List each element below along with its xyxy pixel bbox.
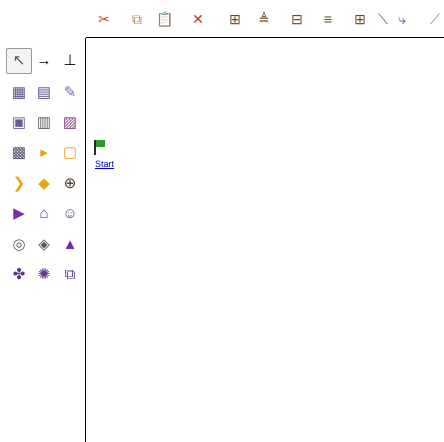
cross-icon[interactable]: ✤ [8,264,30,286]
chevron-icon[interactable]: ❯ [8,173,30,195]
orbit-icon[interactable]: ✺ [33,264,55,286]
align-center-icon[interactable]: ⊟ [287,9,307,29]
diamond-icon[interactable]: ◆ [33,173,55,195]
document-icon[interactable]: ▥ [33,112,55,134]
cut-icon[interactable]: ✂ [94,9,114,29]
align-top-icon[interactable]: ⊞ [225,9,245,29]
arrow-right-icon[interactable]: ▸ [33,142,55,164]
top-toolbar: ✂ ⧉ 📋 ✕ ⊞ ≜ ⊟ ≡ ⊞ ⟍ ⤷ ⟋ [0,0,444,38]
table-icon[interactable]: ▦ [8,82,30,104]
curve-line-icon[interactable]: ⟋ [425,9,444,29]
straight-line-icon[interactable]: ⟍ [373,9,393,29]
storage-icon[interactable]: ◈ [33,234,55,256]
end-bar-icon[interactable]: ⊥ [59,50,81,72]
align-middle-icon[interactable]: ≜ [254,9,274,29]
triangle-icon[interactable]: ▲ [59,234,81,256]
edit-icon[interactable]: ✎ [59,82,81,104]
person-icon[interactable]: ☺ [59,203,81,225]
tape-icon[interactable]: ⊕ [59,173,81,195]
house-icon[interactable]: ⌂ [33,203,55,225]
pointer-tool-icon[interactable]: ↖ [6,48,32,74]
paste-icon[interactable]: 📋 [155,9,175,29]
shape-palette: ↖ → ⊥ ▦ ▤ ✎ ▣ ▥ ▨ ▩ ▸ ▢ ❯ ◆ ⊕ ▶ ⌂ ☺ ◎ ◈ ▲ ✤ ✺ ⧉ [0,38,86,442]
delete-icon[interactable]: ✕ [188,9,208,29]
database-icon[interactable]: ◎ [8,234,30,256]
chart-icon[interactable]: ▤ [33,82,55,104]
copy-icon[interactable]: ⧉ [127,9,147,29]
play-icon[interactable]: ▶ [8,203,30,225]
elbow-line-icon[interactable]: ⤷ [392,9,412,29]
image-icon[interactable]: ▨ [59,112,81,134]
form-icon[interactable]: ▣ [8,112,30,134]
mixer-icon[interactable]: ⧉ [59,264,81,286]
start-label[interactable]: Start [95,159,114,169]
start-flag-icon [94,140,105,155]
diagram-canvas[interactable] [86,38,444,442]
transition-arrow-icon[interactable]: → [33,50,55,72]
align-bottom-icon[interactable]: ≡ [318,9,338,29]
distribute-icon[interactable]: ⊞ [350,9,370,29]
note-icon[interactable]: ▢ [59,142,81,164]
task-icon[interactable]: ▩ [8,142,30,164]
